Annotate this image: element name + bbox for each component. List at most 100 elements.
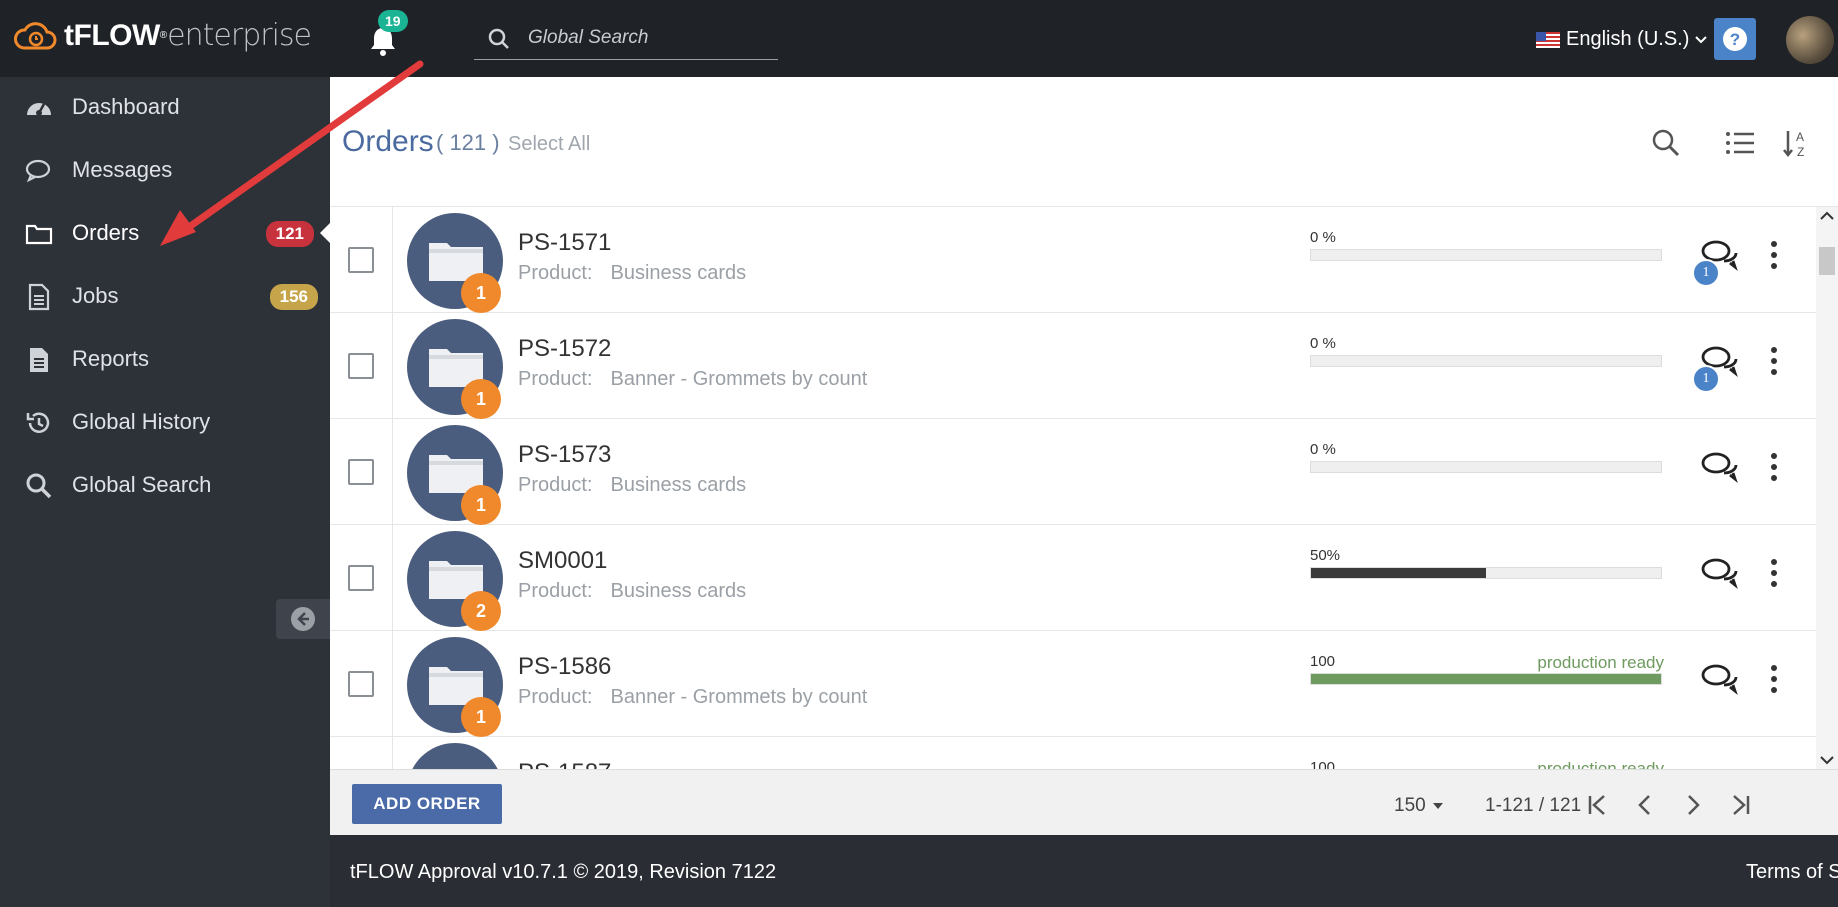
list-scrollbar[interactable]: [1816, 207, 1838, 769]
sidebar-item-label: Jobs: [72, 283, 119, 308]
orders-list: 1 PS-1571 Product: Business cards 0 % 1 1…: [330, 207, 1816, 769]
logo-text-enterprise: enterprise: [167, 18, 312, 53]
search-icon: [26, 473, 52, 499]
item-count-badge: 1: [461, 485, 501, 525]
search-icon[interactable]: [488, 28, 510, 50]
more-options-icon[interactable]: [1764, 449, 1784, 485]
first-page-icon[interactable]: [1582, 790, 1612, 820]
orders-count-badge: 121: [265, 221, 314, 247]
order-id[interactable]: PS-1571: [518, 229, 611, 257]
folder-icon: [25, 224, 53, 245]
sidebar-item-label: Orders: [72, 220, 140, 245]
orders-header: Orders ( 121 ) Select All A Z: [330, 77, 1838, 207]
order-id[interactable]: PS-1586: [518, 653, 611, 681]
add-order-button[interactable]: ADD ORDER: [352, 784, 502, 824]
row-checkbox[interactable]: [348, 459, 374, 485]
sidebar-item-global-search[interactable]: Global Search: [0, 455, 330, 515]
more-options-icon[interactable]: [1764, 661, 1784, 697]
order-thumbnail[interactable]: 1: [407, 213, 503, 313]
list-view-icon[interactable]: [1724, 127, 1756, 159]
order-thumbnail[interactable]: 1: [407, 425, 503, 525]
list-item[interactable]: 2 SM0001 Product: Business cards 50%: [330, 525, 1816, 631]
global-search-input[interactable]: [528, 24, 768, 52]
previous-page-icon[interactable]: [1630, 790, 1660, 820]
order-id[interactable]: PS-1573: [518, 441, 611, 469]
sidebar-item-label: Reports: [72, 346, 150, 371]
registered-mark: ®: [159, 30, 168, 41]
sidebar-item-global-history[interactable]: Global History: [0, 392, 330, 452]
sidebar-item-reports[interactable]: Reports: [0, 329, 330, 389]
product-label: Product:: [518, 474, 593, 496]
order-thumbnail[interactable]: 1: [407, 637, 503, 737]
next-page-icon[interactable]: [1678, 790, 1708, 820]
more-options-icon[interactable]: [1764, 343, 1784, 379]
order-thumbnail[interactable]: 2: [407, 531, 503, 631]
row-checkbox[interactable]: [348, 353, 374, 379]
per-page-select[interactable]: 150: [1394, 795, 1444, 817]
notification-badge[interactable]: 19: [378, 10, 408, 32]
row-checkbox[interactable]: [348, 565, 374, 591]
sort-az-icon[interactable]: A Z: [1782, 127, 1814, 159]
sidebar-item-orders[interactable]: Orders 121: [0, 203, 330, 263]
item-count-badge: 1: [461, 697, 501, 737]
product-label: Product:: [518, 580, 593, 602]
chevron-down-icon[interactable]: [1820, 755, 1834, 765]
sidebar-item-messages[interactable]: Messages: [0, 140, 330, 200]
comments-icon[interactable]: [1700, 661, 1740, 697]
product-name: Banner - Grommets by count: [610, 686, 868, 708]
help-button[interactable]: ?: [1714, 18, 1756, 60]
collapse-sidebar-button[interactable]: [276, 599, 330, 639]
sidebar-item-label: Messages: [72, 157, 173, 182]
progress-bar: [1310, 673, 1662, 685]
list-item[interactable]: 1 PS-1586 Product: Banner - Grommets by c…: [330, 631, 1816, 737]
order-thumbnail[interactable]: 1: [407, 319, 503, 419]
order-id[interactable]: PS-1587: [518, 759, 611, 769]
top-bar: tFLOW ® enterprise 19 English (U.S.) ?: [0, 0, 1838, 77]
list-item[interactable]: 1 PS-1573 Product: Business cards 0 %: [330, 419, 1816, 525]
logo-text-tflow: tFLOW: [64, 18, 160, 52]
select-all-link[interactable]: Select All: [508, 133, 590, 156]
pagination-range: 1-121 / 121: [1485, 795, 1582, 816]
list-item[interactable]: 1 PS-1571 Product: Business cards 0 % 1: [330, 207, 1816, 313]
product-name: Business cards: [610, 474, 747, 496]
checkbox-cell: [330, 207, 393, 313]
chevron-up-icon[interactable]: [1820, 211, 1834, 221]
progress-fill: [1311, 674, 1661, 684]
row-checkbox[interactable]: [348, 671, 374, 697]
search-icon[interactable]: [1650, 127, 1682, 159]
per-page-value: 150: [1394, 795, 1426, 816]
comments-icon[interactable]: [1700, 449, 1740, 485]
product-name: Business cards: [610, 580, 747, 602]
order-id[interactable]: PS-1572: [518, 335, 611, 363]
progress-bar: [1310, 461, 1662, 473]
progress-text: 0 %: [1310, 441, 1336, 458]
orders-count: ( 121 ): [436, 130, 500, 155]
item-count-badge: 1: [461, 379, 501, 419]
order-id[interactable]: SM0001: [518, 547, 607, 575]
order-thumbnail[interactable]: [407, 743, 503, 769]
progress-bar: [1310, 567, 1662, 579]
list-footer: ADD ORDER 150 1-121 / 121: [330, 769, 1838, 835]
global-search-bar[interactable]: [474, 18, 778, 60]
terms-link[interactable]: Terms of Service: [1746, 861, 1838, 884]
scrollbar-thumb[interactable]: [1819, 247, 1835, 275]
list-item[interactable]: 1 PS-1572 Product: Banner - Grommets by c…: [330, 313, 1816, 419]
chevron-down-icon: [1695, 35, 1708, 43]
row-checkbox[interactable]: [348, 247, 374, 273]
more-options-icon[interactable]: [1764, 237, 1784, 273]
user-avatar[interactable]: [1786, 16, 1834, 64]
language-selector[interactable]: English (U.S.): [1536, 28, 1708, 51]
sidebar-item-dashboard[interactable]: Dashboard: [0, 77, 330, 137]
tflow-logo[interactable]: tFLOW ® enterprise: [14, 18, 312, 53]
cloud-logo-icon: [14, 21, 57, 49]
page-title: Orders: [342, 125, 434, 158]
sidebar-item-jobs[interactable]: Jobs 156: [0, 266, 330, 326]
more-options-icon[interactable]: [1764, 555, 1784, 591]
comments-icon[interactable]: [1700, 555, 1740, 591]
last-page-icon[interactable]: [1726, 790, 1756, 820]
sidebar-item-label: Global Search: [72, 472, 212, 497]
list-item[interactable]: PS-1587 100 production ready: [330, 737, 1816, 769]
product-label: Product:: [518, 368, 593, 390]
messages-icon: [25, 159, 51, 183]
progress-bar: [1310, 249, 1662, 261]
